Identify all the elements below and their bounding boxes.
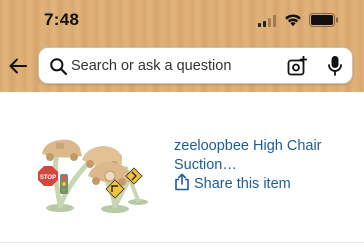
divider — [0, 242, 364, 243]
cellular-signal-icon — [258, 15, 278, 27]
wifi-icon — [285, 14, 301, 27]
share-icon[interactable] — [174, 173, 190, 191]
back-arrow-icon[interactable] — [8, 56, 28, 76]
product-title-link[interactable]: zeeloopbee High Chair Suction… — [174, 137, 344, 175]
battery-icon — [309, 13, 338, 27]
search-icon — [50, 58, 68, 76]
search-input[interactable]: Search or ask a question — [71, 58, 231, 74]
mic-icon[interactable] — [328, 55, 342, 77]
top-header: 7:48 Search or ask a question — [0, 0, 364, 92]
svg-text:STOP: STOP — [40, 175, 56, 181]
product-image[interactable]: STOP — [30, 120, 160, 216]
search-bar[interactable]: Search or ask a question — [38, 47, 353, 84]
share-this-item-link[interactable]: Share this item — [194, 176, 291, 192]
camera-icon[interactable] — [287, 56, 307, 76]
status-time: 7:48 — [44, 10, 80, 29]
